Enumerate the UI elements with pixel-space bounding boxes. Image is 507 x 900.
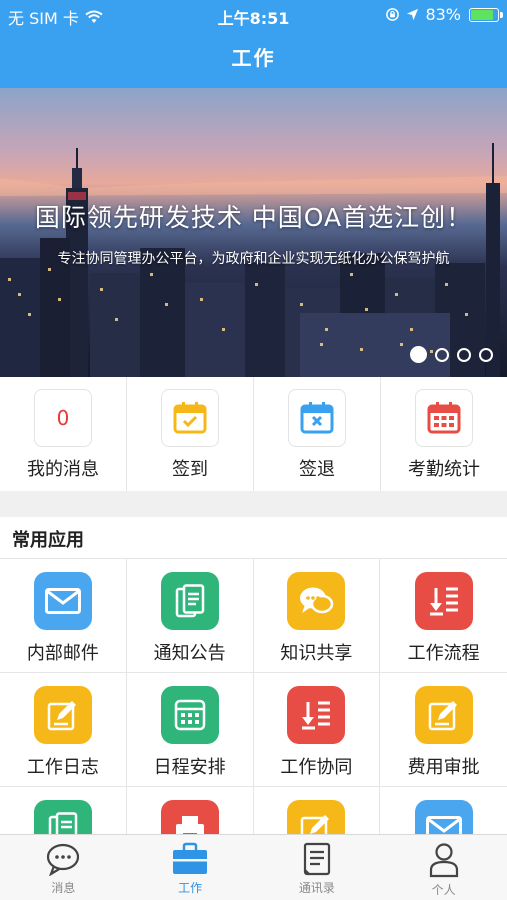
sign-out-label: 签退 xyxy=(299,459,335,480)
app-label: 工作协同 xyxy=(280,757,353,778)
tab-personal[interactable]: 个人 xyxy=(380,835,507,900)
calendar-x-icon xyxy=(288,389,346,447)
sign-in-button[interactable]: 签到 xyxy=(127,377,254,491)
carousel-dot-4[interactable] xyxy=(479,347,493,362)
calendar-check-icon xyxy=(161,389,219,447)
carousel-indicator[interactable] xyxy=(410,346,493,363)
status-right: 83% xyxy=(385,5,503,24)
tab-label: 消息 xyxy=(51,881,76,895)
calendar-grid-icon xyxy=(415,389,473,447)
sign-in-label: 签到 xyxy=(172,459,208,480)
tab-bar: 消息 工作 通讯录 个人 xyxy=(0,834,507,900)
person-icon xyxy=(429,843,458,878)
tab-label: 通讯录 xyxy=(298,881,335,895)
battery-icon xyxy=(469,7,503,22)
carousel-dot-1[interactable] xyxy=(410,346,427,363)
message-count: 0 xyxy=(56,406,70,430)
app-collaboration[interactable]: 工作协同 xyxy=(253,673,381,787)
rotation-lock-icon xyxy=(386,8,400,21)
app-work-log[interactable]: 工作日志 xyxy=(0,673,127,787)
flow-list-icon xyxy=(287,686,346,744)
attendance-stats-label: 考勤统计 xyxy=(408,459,480,480)
attendance-stats-button[interactable]: 考勤统计 xyxy=(381,377,507,491)
common-apps-title: 常用应用 xyxy=(12,530,84,551)
app-label: 知识共享 xyxy=(280,643,353,664)
app-label: 内部邮件 xyxy=(26,643,99,664)
schedule-icon xyxy=(160,686,219,744)
banner-carousel[interactable]: 国际领先研发技术 中国OA首选江创！ 专注协同管理办公平台，为政府和企业实现无纸… xyxy=(0,88,507,377)
app-screen: 无 SIM 卡 上午8:51 83% 工作 国际领先研发技术 中国OA首选江创！… xyxy=(0,0,507,900)
location-arrow-icon xyxy=(407,8,419,21)
briefcase-icon xyxy=(173,842,208,874)
status-bar: 无 SIM 卡 上午8:51 83% xyxy=(0,0,507,30)
chat-bubble-icon xyxy=(287,572,346,630)
app-label: 费用审批 xyxy=(407,757,480,778)
my-messages-label: 我的消息 xyxy=(27,459,99,480)
flow-list-icon xyxy=(414,572,473,630)
app-internal-mail[interactable]: 内部邮件 xyxy=(0,559,127,673)
app-label: 工作流程 xyxy=(407,643,480,664)
tab-contacts[interactable]: 通讯录 xyxy=(254,835,381,900)
app-schedule[interactable]: 日程安排 xyxy=(126,673,254,787)
chat-icon xyxy=(47,843,80,876)
mail-icon xyxy=(33,572,92,630)
app-knowledge-share[interactable]: 知识共享 xyxy=(253,559,381,673)
carousel-dot-3[interactable] xyxy=(457,347,471,362)
common-apps-header: 常用应用 xyxy=(0,517,507,559)
sign-out-button[interactable]: 签退 xyxy=(254,377,381,491)
banner-subline: 专注协同管理办公平台，为政府和企业实现无纸化办公保驾护航 xyxy=(57,251,450,267)
my-messages-button[interactable]: 0 我的消息 xyxy=(0,377,127,491)
app-label: 通知公告 xyxy=(153,643,226,664)
app-label: 日程安排 xyxy=(153,757,226,778)
tab-work[interactable]: 工作 xyxy=(127,835,254,900)
battery-percent: 83% xyxy=(425,5,461,24)
edit-log-icon xyxy=(414,686,473,744)
message-count-icon: 0 xyxy=(34,389,92,447)
banner-headline: 国际领先研发技术 中国OA首选江创！ xyxy=(34,203,473,232)
app-workflow[interactable]: 工作流程 xyxy=(380,559,507,673)
tab-messages[interactable]: 消息 xyxy=(0,835,127,900)
app-label: 工作日志 xyxy=(26,757,99,778)
tab-label: 工作 xyxy=(178,881,203,895)
app-expense-approval[interactable]: 费用审批 xyxy=(380,673,507,787)
notice-icon xyxy=(160,572,219,630)
carousel-dot-2[interactable] xyxy=(435,347,449,362)
tab-label: 个人 xyxy=(431,883,456,897)
edit-log-icon xyxy=(33,686,92,744)
contacts-icon xyxy=(303,842,330,876)
quick-actions: 0 我的消息 签到 签退 考勤统计 xyxy=(0,377,507,491)
app-notice[interactable]: 通知公告 xyxy=(126,559,254,673)
nav-title: 工作 xyxy=(0,30,507,88)
